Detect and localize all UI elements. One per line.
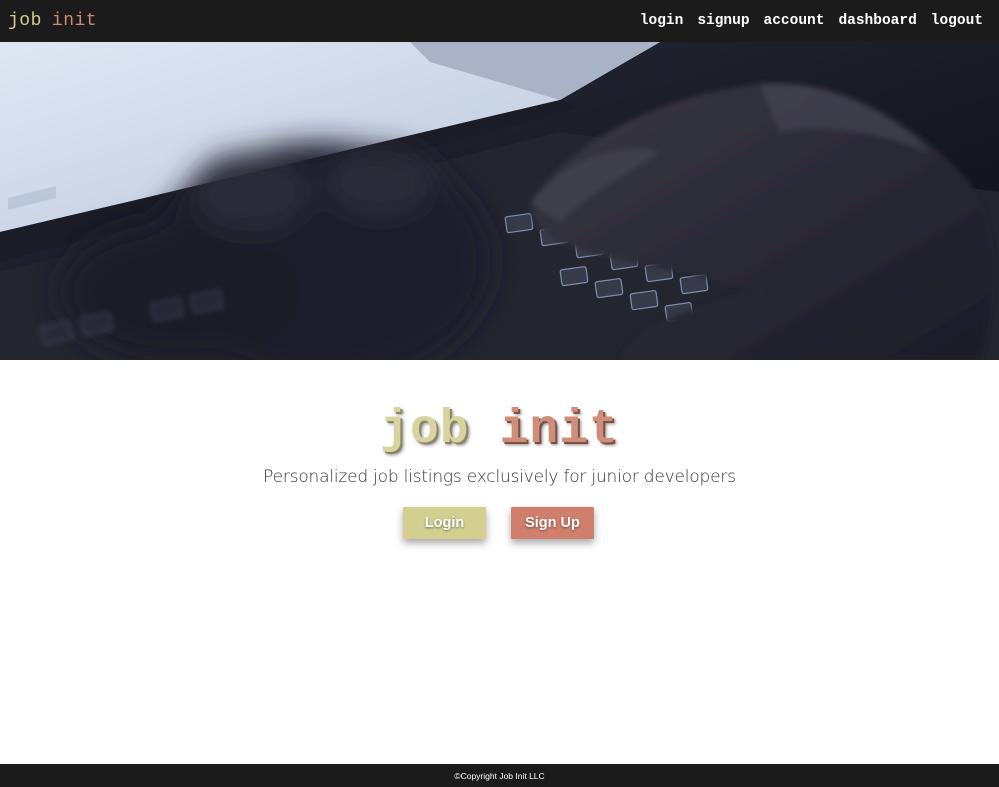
hero-logo: job init (0, 402, 999, 458)
logo-word-init: init (499, 403, 619, 457)
laptop-keyboard-photo (0, 42, 999, 360)
signup-button[interactable]: Sign Up (511, 507, 594, 539)
login-button[interactable]: Login (403, 507, 486, 539)
nav-link-signup[interactable]: signup (697, 13, 749, 29)
nav-link-login[interactable]: login (640, 13, 684, 29)
tagline: Personalized job listings exclusively fo… (263, 467, 736, 487)
brand-logo[interactable]: job init (8, 11, 97, 31)
top-navbar: job init login signup account dashboard l… (0, 0, 999, 42)
nav-link-logout[interactable]: logout (931, 13, 983, 29)
brand-word-job: job (8, 11, 42, 31)
brand-word-init: init (51, 11, 98, 31)
nav-link-dashboard[interactable]: dashboard (838, 13, 916, 29)
footer: ©Copyright Job Init LLC (0, 764, 999, 787)
nav-links: login signup account dashboard logout (640, 13, 983, 29)
logo-word-job: job (380, 403, 470, 457)
hero-image (0, 42, 999, 360)
main-content: job init Personalized job listings exclus… (0, 360, 999, 764)
copyright-text: ©Copyright Job Init LLC (454, 770, 545, 781)
nav-link-account[interactable]: account (764, 13, 825, 29)
